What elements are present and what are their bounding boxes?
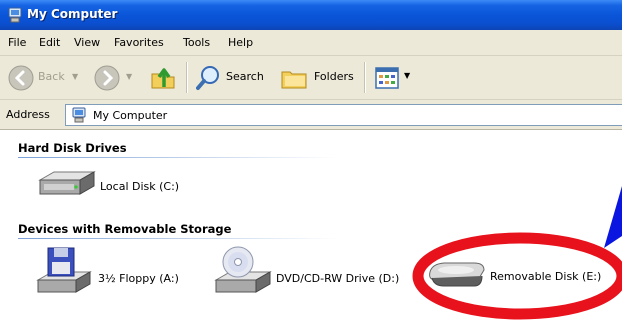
my-computer-icon bbox=[72, 107, 86, 123]
back-label: Back bbox=[38, 70, 65, 83]
menu-edit[interactable]: Edit bbox=[39, 36, 60, 49]
address-value: My Computer bbox=[93, 109, 168, 122]
folders-icon[interactable] bbox=[280, 66, 308, 90]
drive-label: Local Disk (C:) bbox=[100, 180, 180, 193]
forward-dropdown-icon[interactable]: ▼ bbox=[126, 72, 132, 81]
forward-arrow-icon bbox=[94, 65, 120, 91]
drive-label: 3½ Floppy (A:) bbox=[98, 272, 179, 285]
drive-dvd-d[interactable]: DVD/CD-RW Drive (D:) bbox=[214, 246, 414, 296]
drive-label: DVD/CD-RW Drive (D:) bbox=[276, 272, 400, 285]
views-dropdown-icon: ▼ bbox=[404, 71, 411, 80]
search-icon[interactable] bbox=[196, 65, 222, 91]
group-header-hard-disks: Hard Disk Drives bbox=[18, 141, 127, 155]
menu-favorites[interactable]: Favorites bbox=[114, 36, 164, 49]
file-view: Hard Disk Drives Local Disk (C:) Devices… bbox=[0, 130, 622, 322]
menu-help[interactable]: Help bbox=[228, 36, 253, 49]
removable-disk-icon bbox=[429, 262, 485, 287]
group-divider bbox=[18, 238, 338, 239]
drive-floppy-a[interactable]: 3½ Floppy (A:) bbox=[36, 246, 186, 296]
dvd-drive-icon bbox=[214, 246, 272, 293]
title-bar[interactable]: My Computer bbox=[0, 0, 622, 30]
back-button[interactable]: Back ▼ bbox=[8, 56, 100, 99]
floppy-drive-icon bbox=[36, 247, 92, 293]
folders-button[interactable]: Folders bbox=[314, 70, 354, 83]
menu-file[interactable]: File bbox=[8, 36, 26, 49]
address-label: Address bbox=[6, 108, 50, 121]
views-button[interactable]: ▼ bbox=[374, 65, 416, 91]
address-bar: Address My Computer bbox=[0, 100, 622, 130]
back-dropdown-icon[interactable]: ▼ bbox=[72, 72, 78, 81]
group-divider bbox=[18, 157, 338, 158]
views-icon bbox=[375, 67, 399, 89]
back-arrow-icon bbox=[8, 65, 34, 91]
menu-view[interactable]: View bbox=[74, 36, 100, 49]
standard-toolbar: Back ▼ ▼ Search Folders ▼ bbox=[0, 56, 622, 100]
forward-button[interactable]: ▼ bbox=[92, 56, 140, 99]
hard-drive-icon bbox=[38, 171, 96, 195]
my-computer-icon bbox=[8, 7, 22, 23]
drive-removable-disk-e[interactable]: Removable Disk (E:) bbox=[426, 258, 616, 292]
address-field[interactable]: My Computer bbox=[65, 104, 622, 126]
group-header-removable: Devices with Removable Storage bbox=[18, 222, 232, 236]
up-folder-icon[interactable] bbox=[150, 65, 178, 91]
menu-tools[interactable]: Tools bbox=[183, 36, 210, 49]
drive-label: Removable Disk (E:) bbox=[490, 270, 602, 283]
window-title: My Computer bbox=[27, 7, 118, 21]
drive-local-disk-c[interactable]: Local Disk (C:) bbox=[36, 168, 186, 202]
search-button[interactable]: Search bbox=[226, 70, 264, 83]
menu-bar: File Edit View Favorites Tools Help bbox=[0, 30, 622, 56]
